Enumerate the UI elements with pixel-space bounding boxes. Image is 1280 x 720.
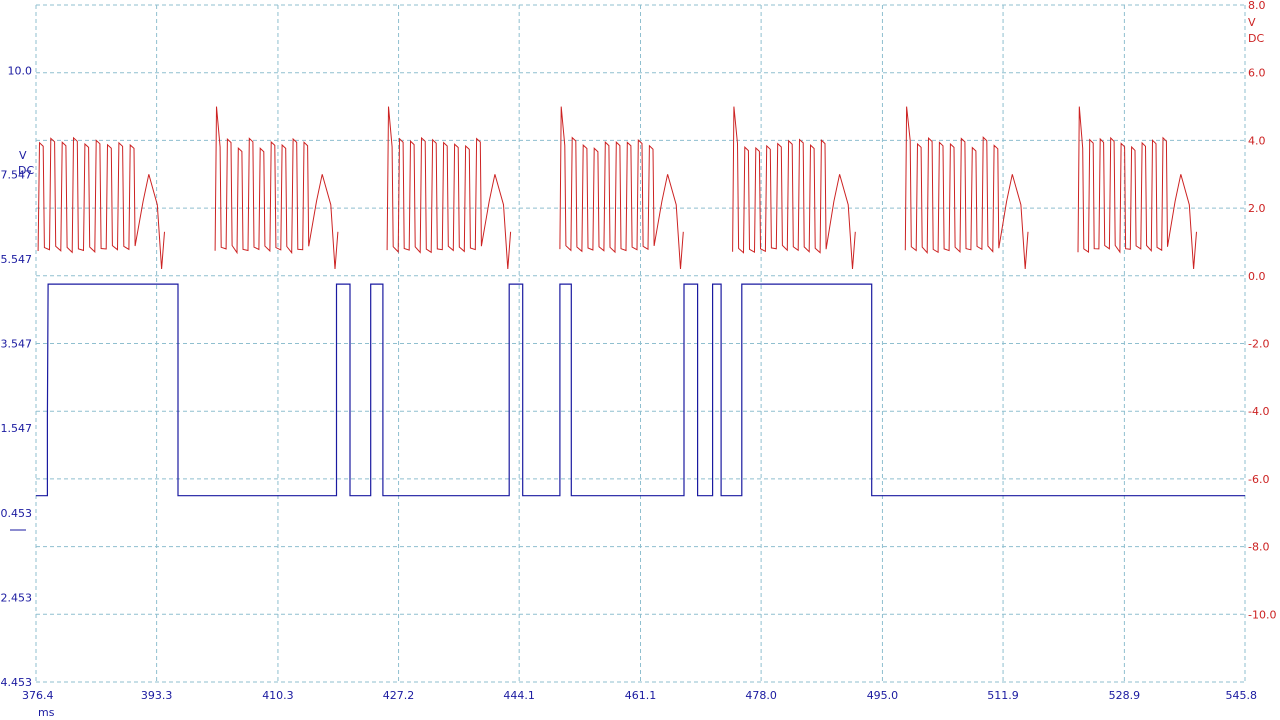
series-red-waveform — [37, 106, 1197, 270]
left-tick-label: 1.547 — [1, 422, 33, 435]
x-tick-label: 427.2 — [383, 689, 415, 702]
right-tick-label: -8.0 — [1248, 541, 1269, 554]
x-tick-label: 495.0 — [867, 689, 899, 702]
x-tick-label: 478.0 — [745, 689, 777, 702]
right-tick-label: 8.0 — [1248, 0, 1266, 12]
right-tick-label: -2.0 — [1248, 338, 1269, 351]
right-tick-label: -10.0 — [1248, 608, 1276, 621]
right-tick-label: 2.0 — [1248, 202, 1266, 215]
left-axis-ticks: 10.07.5475.5473.5471.547-0.453-2.453-4.4… — [0, 64, 32, 689]
x-tick-label: 410.3 — [262, 689, 294, 702]
right-tick-label: 4.0 — [1248, 134, 1266, 147]
x-tick-label: 444.1 — [503, 689, 535, 702]
right-tick-label: -4.0 — [1248, 405, 1269, 418]
x-tick-label: 393.3 — [141, 689, 173, 702]
right-axis-unit-v: V — [1248, 16, 1256, 29]
left-tick-label: -4.453 — [0, 676, 32, 689]
right-tick-label: 6.0 — [1248, 67, 1266, 80]
oscilloscope-chart: 10.07.5475.5473.5471.547-0.453-2.453-4.4… — [0, 0, 1276, 719]
x-tick-label: 511.9 — [987, 689, 1019, 702]
right-tick-label: -6.0 — [1248, 473, 1269, 486]
left-tick-label: 3.547 — [1, 338, 33, 351]
left-tick-label: -0.453 — [0, 507, 32, 520]
x-tick-label: 461.1 — [625, 689, 657, 702]
left-axis-unit-v: V — [19, 149, 27, 162]
x-tick-label: 528.9 — [1109, 689, 1141, 702]
x-tick-label: 376.4 — [22, 689, 54, 702]
right-axis-unit-dc: DC — [1248, 32, 1264, 45]
x-tick-label: 545.8 — [1226, 689, 1258, 702]
left-axis-unit-dc: DC — [18, 164, 34, 177]
grid — [35, 4, 1246, 683]
x-axis-unit: ms — [38, 706, 55, 719]
left-tick-label: 10.0 — [8, 64, 33, 77]
right-tick-label: 0.0 — [1248, 270, 1266, 283]
left-tick-label: 5.547 — [1, 253, 33, 266]
left-tick-label: -2.453 — [0, 591, 32, 604]
right-axis-ticks: 8.0 6.0 4.0 2.0 0.0 -2.0 -4.0 -6.0 -8.0 -10.0 — [1248, 0, 1276, 621]
x-axis-ticks: 376.4 393.3 410.3 427.2 444.1 461.1 478.0 495.0… — [22, 689, 1257, 702]
